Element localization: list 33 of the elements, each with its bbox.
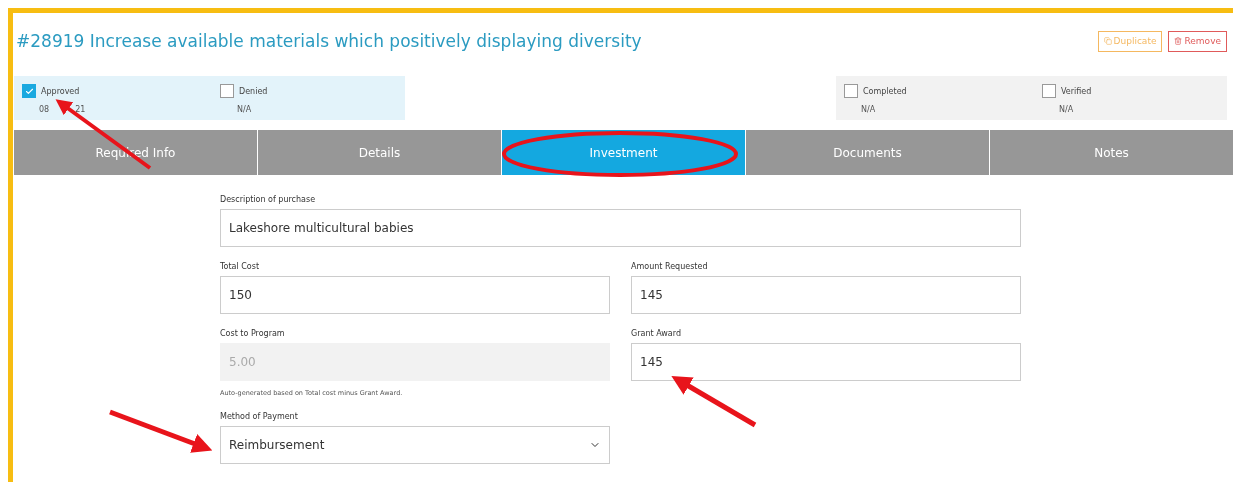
status-date: N/A <box>1059 105 1074 114</box>
tab[interactable]: Documents <box>746 130 989 175</box>
status-label: Verified <box>1061 86 1092 96</box>
field-label: Total Cost <box>220 262 260 271</box>
check-icon <box>24 86 34 96</box>
status-date: N/A <box>861 105 876 114</box>
copy-icon <box>1103 37 1112 45</box>
field-label: Description of purchase <box>220 195 317 204</box>
status-label: Denied <box>239 86 268 96</box>
input-field[interactable]: Lakeshore multicultural babies <box>220 209 1021 247</box>
status-label: Completed <box>863 86 907 96</box>
checkbox[interactable] <box>22 84 36 98</box>
field-label: Amount Requested <box>631 262 709 271</box>
input-field[interactable]: 150 <box>220 276 610 314</box>
tab[interactable]: Notes <box>990 130 1233 175</box>
status-date: 08 <box>39 105 50 114</box>
checkbox[interactable] <box>220 84 234 98</box>
checkbox[interactable] <box>1042 84 1056 98</box>
input-field[interactable]: 145 <box>631 343 1021 381</box>
field-label: Grant Award <box>631 329 682 338</box>
field-label: Method of Payment <box>220 412 299 421</box>
status-date: N/A <box>237 105 252 114</box>
checkbox[interactable] <box>844 84 858 98</box>
status-label: Approved <box>41 86 80 96</box>
dropdown[interactable]: Reimbursement <box>220 426 610 464</box>
tab[interactable]: Details <box>258 130 501 175</box>
input-field[interactable]: 145 <box>631 276 1021 314</box>
page-title: #28919 Increase available materials which positively displaying diversity <box>16 31 642 51</box>
duplicate-button[interactable]: Duplicate <box>1097 30 1163 52</box>
remove-button[interactable]: Remove <box>1168 30 1227 52</box>
field-label: Cost to Program <box>220 329 286 338</box>
trash-icon <box>1174 37 1183 45</box>
status-date: 21 <box>75 105 86 114</box>
